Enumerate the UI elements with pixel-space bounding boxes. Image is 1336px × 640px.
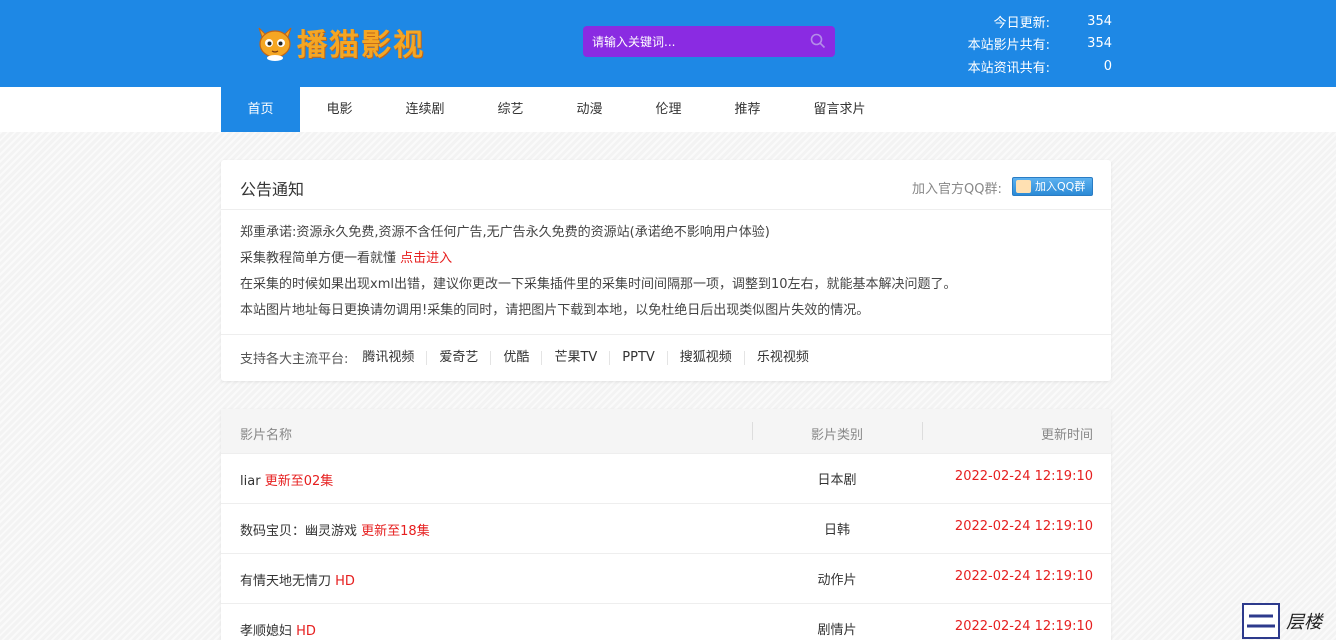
cat-logo-icon	[258, 27, 292, 61]
tutorial-link[interactable]: 点击进入	[400, 251, 452, 266]
search-input[interactable]	[583, 34, 803, 49]
watermark-icon	[1242, 602, 1280, 639]
stat-value: 354	[1087, 36, 1112, 52]
video-title[interactable]: 数码宝贝：幽灵游戏	[240, 524, 357, 539]
video-time: 2022-02-24 12:19:10	[954, 469, 1093, 484]
header-time: 更新时间	[1040, 428, 1093, 443]
platforms-label: 支持各大主流平台:	[240, 352, 349, 367]
table-row[interactable]: liar 更新至02集 日本剧 2022-02-24 12:19:10	[221, 454, 1111, 504]
watermark-logo: 层楼	[1242, 601, 1336, 640]
notice-text: 本站图片地址每日更换请勿调用!采集的同时，请把图片下载到本地，以免杜绝日后出现类…	[240, 303, 870, 318]
nav-item-ethics[interactable]: 伦理	[629, 87, 708, 132]
platform-mango[interactable]: 芒果TV	[542, 350, 611, 365]
platform-pptv[interactable]: PPTV	[610, 350, 668, 365]
table-row[interactable]: 数码宝贝：幽灵游戏 更新至18集 日韩 2022-02-24 12:19:10	[221, 504, 1111, 554]
notice-title: 公告通知	[240, 180, 305, 199]
video-list: 影片名称 影片类别 更新时间 liar 更新至02集 日本剧 2022-02-2…	[221, 409, 1111, 640]
video-time: 2022-02-24 12:19:10	[954, 619, 1093, 634]
nav-item-request[interactable]: 留言求片	[787, 87, 892, 132]
table-row[interactable]: 孝顺媳妇 HD 剧情片 2022-02-24 12:19:10	[221, 604, 1111, 640]
qq-avatar-icon	[1016, 180, 1031, 193]
nav-item-series[interactable]: 连续剧	[379, 87, 471, 132]
video-time: 2022-02-24 12:19:10	[954, 519, 1093, 534]
notice-panel: 公告通知 加入官方QQ群: 加入QQ群 郑重承诺:资源永久免费,资源不含任何广告…	[221, 160, 1111, 381]
video-time: 2022-02-24 12:19:10	[954, 569, 1093, 584]
nav-item-variety[interactable]: 综艺	[471, 87, 550, 132]
header-type: 影片类别	[810, 428, 863, 443]
video-type: 日韩	[823, 523, 850, 538]
video-type: 动作片	[817, 573, 857, 588]
notice-header: 公告通知 加入官方QQ群: 加入QQ群	[221, 160, 1111, 210]
join-qq-label: 加入QQ群	[1035, 180, 1086, 193]
table-row[interactable]: 有情天地无情刀 HD 动作片 2022-02-24 12:19:10	[221, 554, 1111, 604]
search-icon[interactable]	[809, 32, 827, 50]
stat-value: 0	[1103, 58, 1112, 74]
main-nav: 首页 电影 连续剧 综艺 动漫 伦理 推荐 留言求片	[0, 87, 1336, 132]
notice-line: 在采集的时候如果出现xml出错，建议你更改一下采集插件里的采集时间间隔那一项，调…	[240, 275, 1092, 301]
platform-sohu[interactable]: 搜狐视频	[668, 350, 745, 365]
nav-item-movies[interactable]: 电影	[300, 87, 379, 132]
platform-letv[interactable]: 乐视视频	[745, 350, 821, 365]
stat-label: 今日更新:	[993, 15, 1050, 31]
search-box	[583, 26, 835, 57]
video-title[interactable]: 有情天地无情刀	[240, 574, 331, 589]
nav-item-recommend[interactable]: 推荐	[708, 87, 787, 132]
video-title[interactable]: liar	[240, 474, 261, 489]
video-tag: HD	[296, 624, 316, 639]
video-tag: HD	[335, 574, 355, 589]
nav-item-home[interactable]: 首页	[221, 87, 300, 132]
list-header: 影片名称 影片类别 更新时间	[221, 409, 1111, 454]
video-tag: 更新至02集	[264, 474, 334, 489]
video-type: 日本剧	[817, 473, 857, 488]
video-type: 剧情片	[817, 623, 857, 638]
video-tag: 更新至18集	[361, 524, 430, 539]
notice-body: 郑重承诺:资源永久免费,资源不含任何广告,无广告永久免费的资源站(承诺绝不影响用…	[221, 210, 1111, 335]
notice-line: 郑重承诺:资源永久免费,资源不含任何广告,无广告永久免费的资源站(承诺绝不影响用…	[240, 223, 1092, 249]
notice-line: 本站图片地址每日更换请勿调用!采集的同时，请把图片下载到本地，以免杜绝日后出现类…	[240, 301, 1092, 327]
platform-iqiyi[interactable]: 爱奇艺	[427, 350, 492, 365]
join-qq-button[interactable]: 加入QQ群	[1012, 177, 1093, 196]
logo-text: 播猫影视	[297, 28, 425, 63]
notice-text: 采集教程简单方便一看就懂	[240, 251, 401, 266]
qq-group-label: 加入官方QQ群:	[912, 182, 1002, 197]
site-stats: 今日更新: 354 本站影片共有: 354 本站资讯共有: 0	[960, 10, 1112, 78]
watermark-glyph-icon	[1247, 614, 1275, 627]
watermark-text: 层楼	[1286, 611, 1322, 633]
stat-total-videos: 本站影片共有: 354	[960, 33, 1112, 56]
stat-value: 354	[1087, 13, 1112, 29]
site-header: 播猫影视 今日更新: 354 本站影片共有: 354 本站资讯共有: 0	[0, 0, 1336, 87]
notice-line: 采集教程简单方便一看就懂 点击进入	[240, 249, 1092, 275]
notice-text: 在采集的时候如果出现xml出错，建议你更改一下采集插件里的采集时间间隔那一项，调…	[240, 277, 957, 292]
nav-item-anime[interactable]: 动漫	[550, 87, 629, 132]
notice-text: 郑重承诺:资源永久免费,资源不含任何广告,无广告永久免费的资源站(承诺绝不影响用…	[240, 225, 770, 240]
stat-label: 本站资讯共有:	[967, 60, 1050, 76]
stat-label: 本站影片共有:	[967, 38, 1050, 54]
header-name: 影片名称	[240, 428, 293, 443]
stat-today-updates: 今日更新: 354	[960, 10, 1112, 33]
platforms-bar: 支持各大主流平台: 腾讯视频 爱奇艺 优酷 芒果TV PPTV 搜狐视频 乐视视…	[221, 335, 1111, 380]
platform-tencent[interactable]: 腾讯视频	[350, 350, 428, 365]
video-title[interactable]: 孝顺媳妇	[240, 624, 292, 639]
stat-total-news: 本站资讯共有: 0	[960, 55, 1112, 78]
header-divider	[922, 422, 923, 440]
site-logo[interactable]: 播猫影视	[255, 18, 425, 66]
platform-youku[interactable]: 优酷	[491, 350, 543, 365]
